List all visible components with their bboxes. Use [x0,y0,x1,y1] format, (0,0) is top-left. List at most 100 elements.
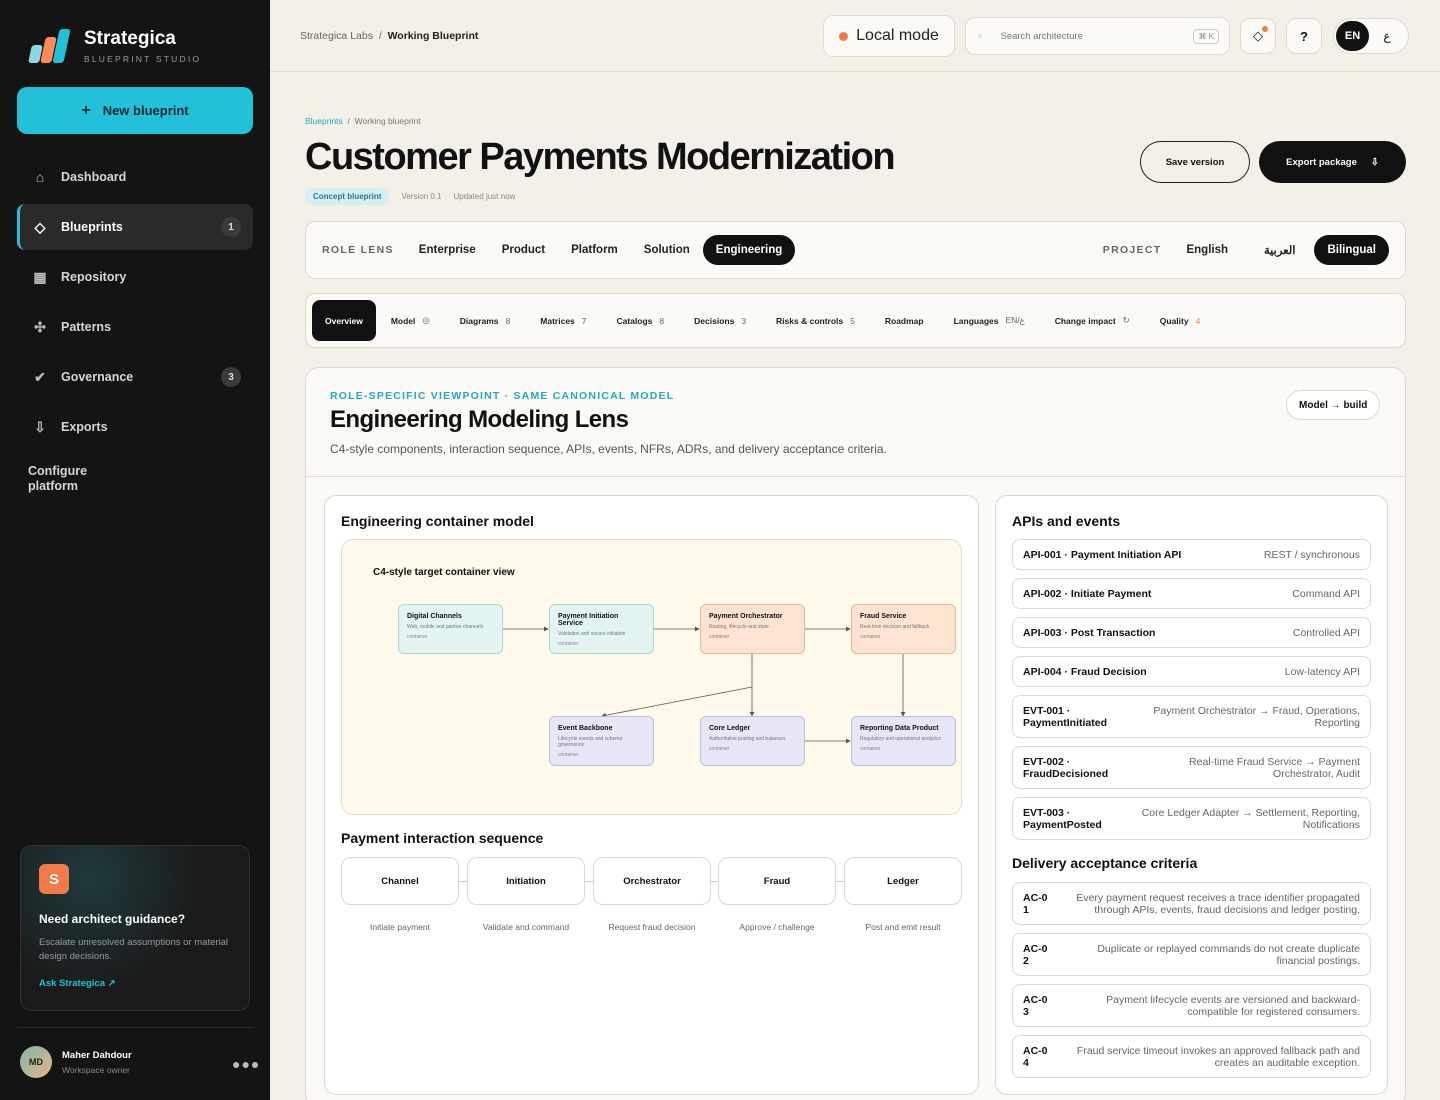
tab-roadmap[interactable]: Roadmap [870,300,939,341]
ac-id: AC-01 [1023,891,1048,916]
ac-id: AC-03 [1023,993,1048,1018]
tab-overview[interactable]: Overview [312,300,376,341]
notifications-button[interactable]: ◇ [1240,18,1276,54]
sidebar-item-exports[interactable]: ⇩ Exports [17,404,253,450]
sequence-actor[interactable]: Orchestrator [593,857,711,905]
avatar: MD [20,1046,52,1078]
brand[interactable]: Strategica BLUEPRINT STUDIO [28,28,201,64]
acceptance-item[interactable]: AC-03 Payment lifecycle events are versio… [1012,984,1371,1027]
project-label: PROJECT [1102,244,1162,256]
new-blueprint-button[interactable]: + New blueprint [17,87,253,134]
tab-diagrams[interactable]: Diagrams 8 [445,300,525,341]
event-item[interactable]: EVT-003 · PaymentPosted Core Ledger Adapt… [1012,797,1371,840]
sequence-actor[interactable]: Channel [341,857,459,905]
user-profile[interactable]: MD Maher Dahdour Workspace owner [20,1046,132,1078]
api-item[interactable]: API-001 · Payment Initiation API REST / s… [1012,539,1371,570]
apis-events-card: APIs and events API-001 · Payment Initia… [995,495,1388,1095]
lang-ar-button[interactable]: ع [1369,29,1405,43]
engineering-lens-panel: ROLE-SPECIFIC VIEWPOINT · SAME CANONICAL… [305,367,1406,1100]
breadcrumb-blueprints-link[interactable]: Blueprints [305,116,343,126]
lens-solution[interactable]: Solution [631,235,703,265]
model-build-button[interactable]: Model → build [1286,390,1381,420]
tab-catalogs[interactable]: Catalogs 8 [602,300,680,341]
target-icon: ◎ [422,315,430,325]
lens-enterprise[interactable]: Enterprise [406,235,489,265]
tab-change-impact[interactable]: Change impact ↻ [1040,300,1145,341]
search-icon: ⌕ [978,31,983,40]
tab-label: Roadmap [884,315,924,326]
version-label: Version 0.1 [401,192,442,201]
user-role: Workspace owner [62,1064,130,1075]
search-input[interactable]: ⌕ Search architecture ⌘ K [965,17,1230,55]
tab-risks-controls[interactable]: Risks & controls 5 [761,300,870,341]
sidebar-item-repository[interactable]: ▦ Repository [17,254,253,300]
sequence-actor[interactable]: Ledger [844,857,962,905]
sequence-actor[interactable]: Fraud [718,857,836,905]
event-item[interactable]: EVT-002 · FraudDecisioned Real-time Fraud… [1012,746,1371,789]
box-kind: container [558,752,579,758]
project-bilingual[interactable]: Bilingual [1314,235,1389,265]
box-desc: Authoritative posting and balances [709,736,786,742]
project-arabic[interactable]: العربية [1251,234,1308,266]
sidebar-item-blueprints[interactable]: ◇ Blueprints 1 [17,204,253,250]
sequence-actor[interactable]: Initiation [467,857,585,905]
logo-icon [28,29,71,63]
event-item[interactable]: EVT-001 · PaymentInitiated Payment Orches… [1012,695,1371,738]
tab-quality[interactable]: Quality 4 [1145,300,1216,341]
panel-title: Engineering Modeling Lens [330,406,629,433]
export-package-button[interactable]: Export package ⇩ [1259,141,1406,183]
container-box[interactable]: Fraud Service Real-time decision and fall… [851,604,956,654]
more-icon[interactable]: ●●● [232,1056,260,1072]
breadcrumb-root[interactable]: Strategica Labs [300,30,373,42]
box-title: Payment Orchestrator [709,613,783,620]
save-version-button[interactable]: Save version [1140,141,1250,183]
tab-languages[interactable]: Languages EN/ع [939,300,1040,341]
box-desc: Regulatory and operational analytics [860,736,941,742]
sidebar-item-governance[interactable]: ✔ Governance 3 [17,354,253,400]
role-lens-bar: ROLE LENS Enterprise Product Platform So… [305,221,1406,279]
guide-badge: S [39,864,69,894]
container-box[interactable]: Payment Initiation Service Validation and… [549,604,654,654]
tab-decisions[interactable]: Decisions 3 [679,300,761,341]
container-box[interactable]: Core Ledger Authoritative posting and bal… [700,716,805,766]
tab-count: 8 [505,315,511,326]
api-item[interactable]: API-004 · Fraud Decision Low-latency API [1012,656,1371,687]
container-box[interactable]: Payment Orchestrator Routing, lifecycle a… [700,604,805,654]
lens-product[interactable]: Product [489,235,558,265]
lens-engineering[interactable]: Engineering [702,235,796,265]
acceptance-item[interactable]: AC-02 Duplicate or replayed commands do n… [1012,933,1371,976]
tab-label: Catalogs [616,315,653,326]
breadcrumb-current: Working Blueprint [387,30,479,42]
api-item[interactable]: API-002 · Initiate Payment Command API [1012,578,1371,609]
event-desc: Real-time Fraud Service → Payment Orches… [1189,755,1360,780]
container-box[interactable]: Digital Channels Web, mobile and partner … [398,604,503,654]
ac-desc: Every payment request receives a trace i… [1076,891,1360,916]
ac-desc: Fraud service timeout invokes an approve… [1076,1044,1360,1069]
tab-count: 4 [1195,315,1201,326]
project-english[interactable]: English [1173,235,1241,265]
sidebar-item-patterns[interactable]: ✣ Patterns [17,304,253,350]
help-button[interactable]: ? [1286,18,1322,54]
api-item[interactable]: API-003 · Post Transaction Controlled API [1012,617,1371,648]
event-id: EVT-001 · PaymentInitiated [1023,704,1108,729]
tab-matrices[interactable]: Matrices 7 [525,300,601,341]
sidebar-item-dashboard[interactable]: ⌂ Dashboard [17,154,253,200]
tab-model[interactable]: Model ◎ [376,300,445,341]
c4-diagram[interactable]: C4-style target container view Digital C… [341,539,962,815]
page-breadcrumb: Blueprints / Working blueprint [305,116,421,126]
configure-platform-link[interactable]: Configure platform [28,464,118,494]
acceptance-item[interactable]: AC-01 Every payment request receives a tr… [1012,882,1371,925]
panel-subtitle: C4-style components, interaction sequenc… [330,442,887,456]
lang-en-button[interactable]: EN [1336,21,1369,51]
breadcrumb: Strategica Labs / Working Blueprint [300,30,478,42]
ask-strategica-link[interactable]: Ask Strategica ↗ [39,978,231,989]
tab-count: 3 [741,315,747,326]
divider [17,1027,253,1028]
lens-platform[interactable]: Platform [558,235,631,265]
acceptance-item[interactable]: AC-04 Fraud service timeout invokes an ap… [1012,1035,1371,1078]
container-box[interactable]: Reporting Data Product Regulatory and ope… [851,716,956,766]
ac-id: AC-02 [1023,942,1048,967]
local-mode-indicator[interactable]: Local mode [823,15,955,57]
api-desc: Low-latency API [1284,665,1360,678]
container-box[interactable]: Event Backbone Lifecycle events and schem… [549,716,654,766]
